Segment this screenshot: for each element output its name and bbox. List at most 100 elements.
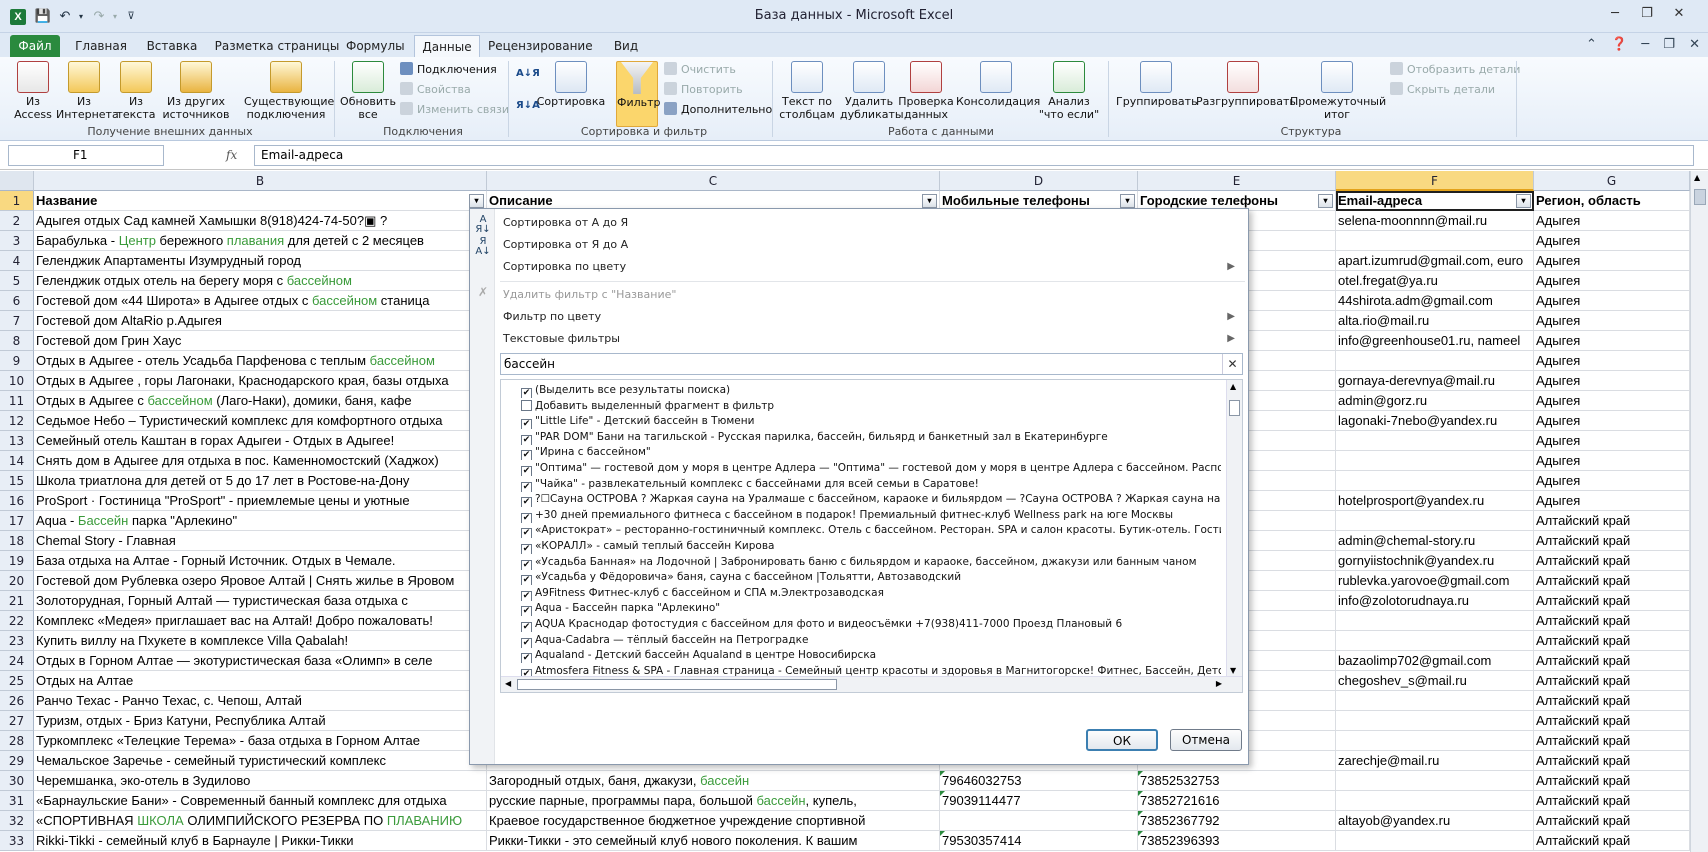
checkbox[interactable]: ✔ [521,544,532,554]
filter-search-input[interactable]: бассейн ✕ [500,353,1243,375]
row-header[interactable]: 33 [0,831,34,851]
minimize-icon[interactable]: ─ [1600,6,1630,26]
workbook-close-icon[interactable]: ✕ [1689,37,1700,52]
menu-sort-by-color[interactable]: Сортировка по цвету ▶ [503,256,1243,278]
row-header[interactable]: 18 [0,531,34,551]
cell-name[interactable]: Барабулька - Центр бережного плавания дл… [34,231,487,251]
cell-region[interactable]: Адыгея [1534,391,1690,411]
checkbox[interactable]: ✔ [521,637,532,648]
cell-email[interactable]: otel.fregat@ya.ru [1336,271,1534,291]
cell-email[interactable]: alta.rio@mail.ru [1336,311,1534,331]
name-box[interactable]: F1 [8,145,164,166]
tab-home[interactable]: Главная [70,35,132,57]
cell-name[interactable]: Отдых в Адыгее , горы Лагонаки, Краснода… [34,371,487,391]
cell-region[interactable]: Алтайский край [1534,511,1690,531]
cell-name[interactable]: Школа триатлона для детей от 5 до 17 лет… [34,471,487,491]
filter-list-item[interactable]: ✔ A9Fitness Фитнес-клуб с бассейном и СПА… [521,585,1221,601]
column-header-g[interactable]: G [1534,171,1690,191]
cell-email[interactable] [1336,611,1534,631]
cell-email[interactable] [1336,231,1534,251]
reapply-button[interactable]: Повторить [664,81,743,99]
cell-name[interactable]: Туркомплекс «Телецкие Терема» - база отд… [34,731,487,751]
row-header[interactable]: 4 [0,251,34,271]
cell-region[interactable]: Адыгея [1534,331,1690,351]
row-header[interactable]: 11 [0,391,34,411]
row-header[interactable]: 15 [0,471,34,491]
row-header[interactable]: 19 [0,551,34,571]
cell-name[interactable]: Туризм, отдых - Бриз Катуни, Республика … [34,711,487,731]
cell-mobile[interactable]: 79039114477 [940,791,1138,811]
filter-dropdown-button[interactable]: ▾ [1120,194,1135,208]
cell-region[interactable]: Адыгея [1534,231,1690,251]
cell-region[interactable]: Алтайский край [1534,691,1690,711]
cell-mobile[interactable]: 79646032753 [940,771,1138,791]
filter-list-item[interactable]: ✔ «Усадьба Банная» на Лодочной | Забронир… [521,554,1221,570]
scroll-left-icon[interactable]: ◀ [505,679,511,688]
cell-email[interactable] [1336,831,1534,851]
filter-button[interactable]: Фильтр [616,61,661,127]
cell-email[interactable]: altayob@yandex.ru [1336,811,1534,831]
subtotal-button[interactable]: Промежуточный итог [1290,61,1386,121]
from-web-button[interactable]: Из Интернета [56,61,119,121]
cell-region[interactable]: Алтайский край [1534,731,1690,751]
close-icon[interactable]: ✕ [1664,6,1694,26]
cell-landline[interactable]: 73852721616 [1138,791,1336,811]
cell-mobile[interactable]: 79530357414 [940,831,1138,851]
cell-email[interactable]: admin@gorz.ru [1336,391,1534,411]
filter-list-item[interactable]: Добавить выделенный фрагмент в фильтр [521,398,1221,414]
cell-name[interactable]: Геленджик Апартаменты Изумрудный город [34,251,487,271]
refresh-all-button[interactable]: Обновить все [338,61,398,121]
cell-region[interactable]: Адыгея [1534,431,1690,451]
remove-duplicates-button[interactable]: Удалить дубликаты [840,61,904,121]
filter-list-item[interactable]: ✔ "Оптима" — гостевой дом у моря в центре… [521,460,1221,476]
filter-dropdown-button[interactable]: ▾ [922,194,937,208]
help-icon[interactable]: ❓ [1611,37,1627,52]
cell-mobile[interactable] [940,811,1138,831]
from-text-button[interactable]: Из текста [114,61,158,121]
cell-region[interactable]: Адыгея [1534,271,1690,291]
row-header[interactable]: 14 [0,451,34,471]
cell-name[interactable]: Черемшанка, эко-отель в Зудилово [34,771,487,791]
row-header[interactable]: 24 [0,651,34,671]
cell-name[interactable]: Снять дом в Адыгее для отдыха в пос. Кам… [34,451,487,471]
row-header[interactable]: 25 [0,671,34,691]
row-header[interactable]: 17 [0,511,34,531]
workbook-restore-icon[interactable]: ❐ [1663,37,1675,52]
cell-name[interactable]: Гостевой дом Рублевка озеро Яровое Алтай… [34,571,487,591]
select-all-corner[interactable] [0,171,34,191]
list-hscroll-thumb[interactable] [517,679,837,690]
header-cell-email[interactable]: Email-адреса ▾ [1336,191,1534,211]
row-header[interactable]: 9 [0,351,34,371]
group-button[interactable]: Группировать [1116,61,1198,108]
cell-description[interactable]: русские парные, программы пара, большой … [487,791,940,811]
column-header-f[interactable]: F [1336,171,1534,191]
workbook-minimize-icon[interactable]: ─ [1641,37,1649,52]
filter-dropdown-button[interactable]: ▾ [469,194,484,208]
row-header[interactable]: 10 [0,371,34,391]
cell-region[interactable]: Адыгея [1534,491,1690,511]
properties-button[interactable]: Свойства [400,81,471,99]
cell-region[interactable]: Адыгея [1534,451,1690,471]
cell-name[interactable]: Гостевой дом Грин Хаус [34,331,487,351]
filter-list-item[interactable]: ✔ AQUA Краснодар фотостудия с бассейном д… [521,616,1221,632]
cell-email[interactable]: 44shirota.adm@gmail.com [1336,291,1534,311]
advanced-filter-button[interactable]: Дополнительно [664,101,772,119]
cell-region[interactable]: Алтайский край [1534,751,1690,771]
checkbox[interactable]: ✔ [521,606,532,617]
cell-name[interactable]: Адыгея отдых Сад камней Хамышки 8(918)42… [34,211,487,231]
cell-name[interactable]: Геленджик отдых отель на берегу моря с б… [34,271,487,291]
insert-function-button[interactable]: fx [226,145,246,166]
row-header[interactable]: 28 [0,731,34,751]
checkbox[interactable]: ✔ [521,512,532,523]
filter-list-item[interactable]: ✔ "Little Life" - Детский бассейн в Тюмен… [521,413,1221,430]
row-header[interactable]: 2 [0,211,34,231]
column-header-e[interactable]: E [1138,171,1336,191]
checkbox[interactable]: ✔ [521,575,532,586]
cell-email[interactable]: apart.izumrud@gmail.com, euro [1336,251,1534,271]
row-header[interactable]: 26 [0,691,34,711]
cell-email[interactable] [1336,711,1534,731]
checkbox[interactable] [521,399,532,411]
checkbox[interactable]: ✔ [521,528,532,539]
hide-detail-button[interactable]: Скрыть детали [1390,81,1495,99]
ungroup-button[interactable]: Разгруппировать [1196,61,1296,108]
